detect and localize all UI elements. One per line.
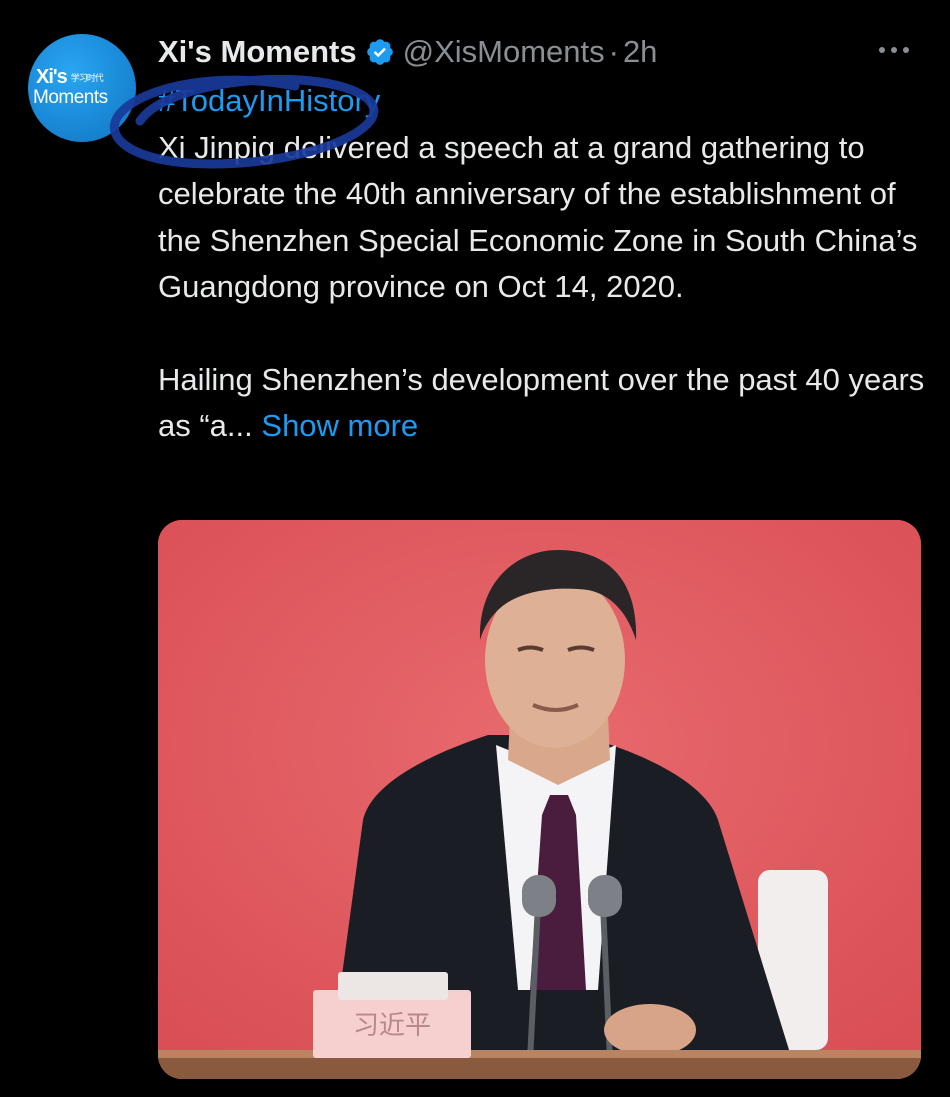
more-options-icon[interactable]	[874, 38, 914, 62]
hashtag-link[interactable]: #TodayInHistory	[158, 78, 928, 125]
tweet-card[interactable]: Xi's 学习时代 Moments Xi's Moments @XisMoment…	[0, 0, 950, 1097]
show-more-link[interactable]: Show more	[261, 408, 418, 443]
verified-badge-icon	[365, 37, 395, 67]
tweet-paragraph-1: Xi Jinpig delivered a speech at a grand …	[158, 129, 918, 305]
avatar-brand-cn: 学习时代	[70, 73, 104, 84]
user-handle[interactable]: @XisMoments	[403, 34, 605, 70]
display-name[interactable]: Xi's Moments	[158, 34, 357, 70]
tweet-text: #TodayInHistory Xi Jinpig delivered a sp…	[158, 78, 928, 450]
tweet-paragraph-2: Hailing Shenzhen’s development over the …	[158, 357, 928, 450]
nameplate-text: 习近平	[353, 1011, 431, 1041]
photo-illustration: 习近平	[158, 520, 921, 1079]
separator-dot: ·	[608, 34, 619, 69]
tweet-header: Xi's Moments @XisMoments · 2h	[158, 30, 657, 74]
avatar-brand-line2: Moments	[33, 87, 108, 108]
tweet-photo[interactable]: 习近平	[158, 520, 921, 1079]
avatar[interactable]: Xi's 学习时代 Moments	[28, 34, 136, 142]
avatar-brand-line1: Xi's 学习时代	[36, 66, 104, 88]
timestamp[interactable]: 2h	[623, 34, 657, 70]
